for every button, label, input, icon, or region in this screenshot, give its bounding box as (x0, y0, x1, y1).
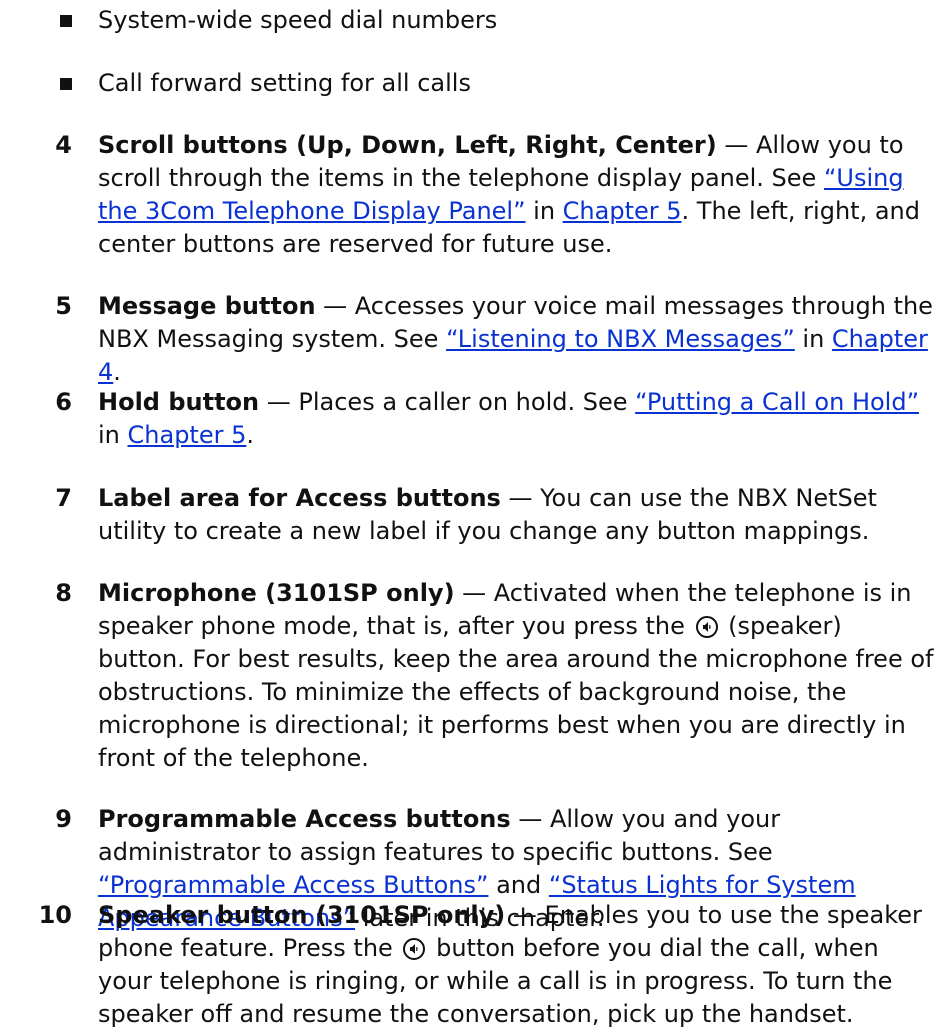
item-text: — Places a caller on hold. See (259, 388, 636, 416)
item-body: Scroll buttons (Up, Down, Left, Right, C… (98, 129, 934, 261)
item-label: Programmable Access buttons (98, 805, 511, 833)
item-number: 9 (55, 805, 72, 833)
item-label: Scroll buttons (Up, Down, Left, Right, C… (98, 131, 717, 159)
item-text: . (246, 421, 255, 449)
item-label: Hold button (98, 388, 260, 416)
bullet-text: System-wide speed dial numbers (98, 6, 498, 34)
item-number: 8 (55, 579, 72, 607)
item-number: 4 (55, 131, 72, 159)
link-chapter-5[interactable]: Chapter 5 (128, 421, 247, 449)
item-number: 10 (38, 901, 72, 929)
item-text: . (113, 358, 121, 386)
item-label: Speaker button (3101SP only) (98, 901, 506, 929)
bullet-square-icon (60, 78, 72, 90)
item-body: Speaker button (3101SP only) — Enables y… (98, 899, 934, 1031)
speaker-icon (695, 616, 718, 638)
item-number: 5 (55, 292, 72, 320)
item-label: Microphone (3101SP only) (98, 579, 455, 607)
item-body: Message button — Accesses your voice mai… (98, 290, 934, 389)
bullet-square-icon (60, 15, 72, 27)
item-text: and (488, 871, 549, 899)
bullet-text: Call forward setting for all calls (98, 69, 471, 97)
item-body: Label area for Access buttons — You can … (98, 482, 934, 548)
item-label: Message button (98, 292, 316, 320)
speaker-icon (403, 938, 426, 960)
item-body: Microphone (3101SP only) — Activated whe… (98, 577, 934, 775)
document-page: System-wide speed dial numbers Call forw… (0, 0, 942, 1028)
item-body: Hold button — Places a caller on hold. S… (98, 386, 934, 452)
link-putting-call-on-hold[interactable]: “Putting a Call on Hold” (635, 388, 919, 416)
item-number: 7 (55, 484, 72, 512)
item-label: Label area for Access buttons (98, 484, 501, 512)
link-chapter-5[interactable]: Chapter 5 (563, 197, 682, 225)
link-listening-nbx-messages[interactable]: “Listening to NBX Messages” (446, 325, 795, 353)
bullet-item: Call forward setting for all calls (60, 67, 471, 100)
link-programmable-access-buttons[interactable]: “Programmable Access Buttons” (98, 871, 488, 899)
item-number: 6 (55, 388, 72, 416)
item-text: in (525, 197, 563, 225)
item-text: in (794, 325, 832, 353)
bullet-item: System-wide speed dial numbers (60, 4, 498, 37)
item-text: in (98, 421, 128, 449)
